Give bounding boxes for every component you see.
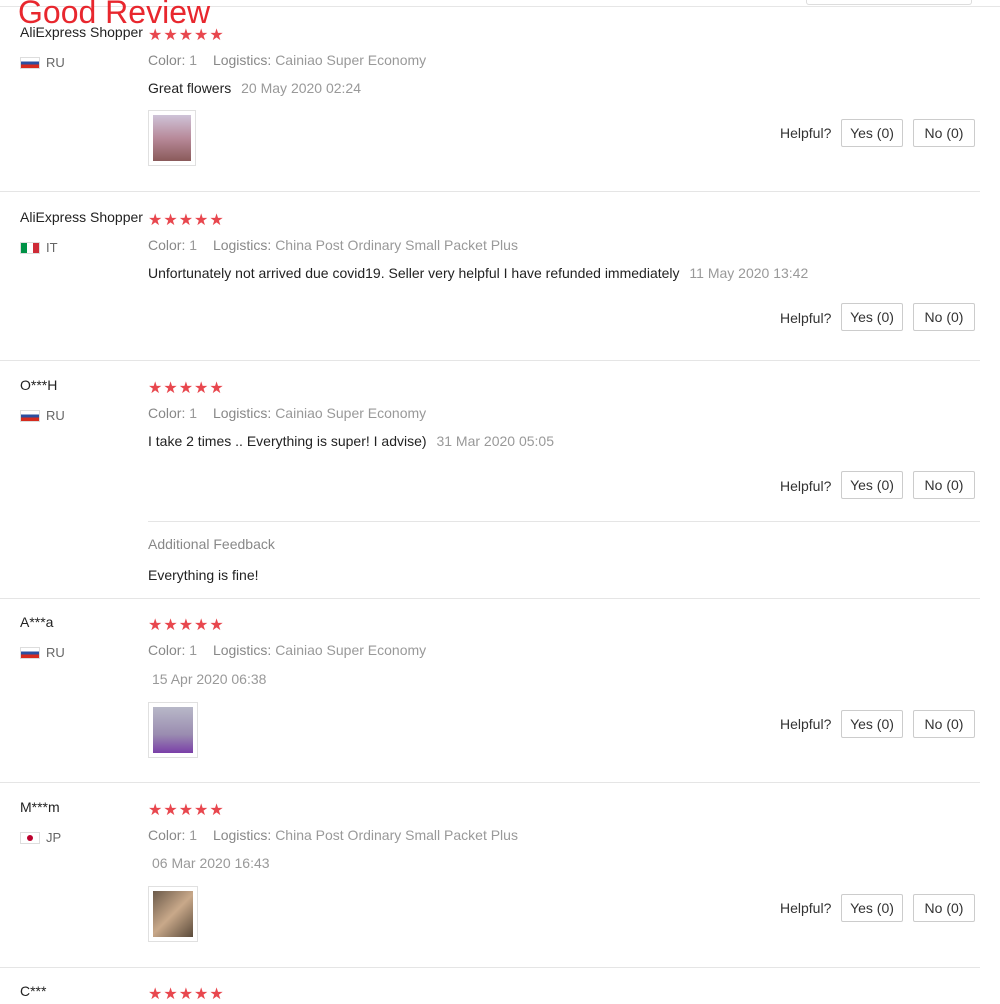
review-date: 20 May 2020 02:24 (241, 80, 362, 96)
reviewer-name: O***H (20, 377, 58, 393)
reviewer-country: IT (20, 240, 58, 255)
color-value: 1 (189, 827, 198, 843)
helpful-no-button[interactable]: No (0) (913, 894, 975, 922)
star-rating: ★★★★★ (148, 27, 225, 44)
reviewer-name: C*** (20, 983, 47, 999)
color-value: 1 (189, 642, 198, 658)
helpful-no-button[interactable]: No (0) (913, 471, 975, 499)
review-text: I take 2 times .. Everything is super! I… (148, 433, 554, 449)
helpful-yes-button[interactable]: Yes (0) (841, 710, 903, 738)
logistics-value: China Post Ordinary Small Packet Plus (275, 237, 518, 253)
review-text: Unfortunately not arrived due covid19. S… (148, 265, 808, 281)
review-meta: Color: 1 Logistics: China Post Ordinary … (148, 827, 518, 843)
logistics-label: Logistics: (212, 52, 272, 68)
helpful-label: Helpful? (780, 125, 832, 141)
review-text: Great flowers 20 May 2020 02:24 (148, 80, 361, 96)
color-value: 1 (189, 405, 198, 421)
logistics-value: Cainiao Super Economy (275, 642, 427, 658)
helpful-label: Helpful? (780, 716, 832, 732)
star-rating: ★★★★★ (148, 380, 225, 397)
helpful-no-button[interactable]: No (0) (913, 710, 975, 738)
reviewer-country: RU (20, 55, 65, 70)
country-code: RU (46, 645, 65, 660)
review-body: Great flowers (148, 80, 232, 96)
reviewer-name: AliExpress Shopper (20, 24, 143, 40)
russia-flag-icon (20, 646, 40, 659)
review-meta: Color: 1 Logistics: Cainiao Super Econom… (148, 405, 426, 421)
logistics-label: Logistics: (212, 405, 272, 421)
additional-feedback-title: Additional Feedback (148, 536, 275, 552)
review-body: Unfortunately not arrived due covid19. S… (148, 265, 680, 281)
additional-feedback-divider (148, 521, 980, 522)
helpful-label: Helpful? (780, 478, 832, 494)
review-date: 15 Apr 2020 06:38 (152, 671, 267, 687)
color-label: Color: (148, 827, 186, 843)
helpful-label: Helpful? (780, 900, 832, 916)
country-code: IT (46, 240, 58, 255)
review-divider (0, 782, 980, 783)
helpful-no-button[interactable]: No (0) (913, 119, 975, 147)
color-value: 1 (189, 237, 198, 253)
color-label: Color: (148, 642, 186, 658)
reviewer-name: M***m (20, 799, 60, 815)
review-meta: Color: 1 Logistics: Cainiao Super Econom… (148, 642, 426, 658)
additional-feedback-text: Everything is fine! (148, 567, 259, 583)
logistics-value: Cainiao Super Economy (275, 52, 427, 68)
country-code: RU (46, 408, 65, 423)
logistics-label: Logistics: (212, 237, 272, 253)
reviewer-name: AliExpress Shopper (20, 209, 143, 225)
photo-thumbnail (153, 707, 193, 753)
russia-flag-icon (20, 409, 40, 422)
japan-flag-icon (20, 831, 40, 844)
logistics-label: Logistics: (212, 827, 272, 843)
photo-thumbnail (153, 891, 193, 937)
star-rating: ★★★★★ (148, 802, 225, 819)
country-code: RU (46, 55, 65, 70)
review-divider (0, 360, 980, 361)
color-label: Color: (148, 52, 186, 68)
review-photo[interactable] (148, 110, 196, 166)
reviewer-country: RU (20, 408, 65, 423)
star-rating: ★★★★★ (148, 986, 225, 1003)
review-divider (0, 191, 980, 192)
country-code: JP (46, 830, 62, 845)
helpful-yes-button[interactable]: Yes (0) (841, 894, 903, 922)
review-divider (0, 598, 980, 599)
photo-thumbnail (153, 115, 191, 161)
reviewer-country: JP (20, 830, 61, 845)
review-meta: Color: 1 Logistics: China Post Ordinary … (148, 237, 518, 253)
review-meta: Color: 1 Logistics: Cainiao Super Econom… (148, 52, 426, 68)
helpful-no-button[interactable]: No (0) (913, 303, 975, 331)
review-photo[interactable] (148, 702, 198, 758)
helpful-yes-button[interactable]: Yes (0) (841, 303, 903, 331)
logistics-value: Cainiao Super Economy (275, 405, 427, 421)
color-value: 1 (189, 52, 198, 68)
review-photo[interactable] (148, 886, 198, 942)
color-label: Color: (148, 237, 186, 253)
review-date: 06 Mar 2020 16:43 (152, 855, 270, 871)
review-divider (0, 967, 980, 968)
russia-flag-icon (20, 56, 40, 69)
sort-dropdown[interactable] (806, 0, 972, 5)
color-label: Color: (148, 405, 186, 421)
review-date: 11 May 2020 13:42 (689, 265, 809, 281)
logistics-value: China Post Ordinary Small Packet Plus (275, 827, 518, 843)
star-rating: ★★★★★ (148, 212, 225, 229)
review-body: I take 2 times .. Everything is super! I… (148, 433, 427, 449)
helpful-yes-button[interactable]: Yes (0) (841, 119, 903, 147)
helpful-label: Helpful? (780, 310, 832, 326)
star-rating: ★★★★★ (148, 617, 225, 634)
reviewer-name: A***a (20, 614, 54, 630)
helpful-yes-button[interactable]: Yes (0) (841, 471, 903, 499)
reviewer-country: RU (20, 645, 65, 660)
review-date: 31 Mar 2020 05:05 (436, 433, 554, 449)
logistics-label: Logistics: (212, 642, 272, 658)
italy-flag-icon (20, 241, 40, 254)
